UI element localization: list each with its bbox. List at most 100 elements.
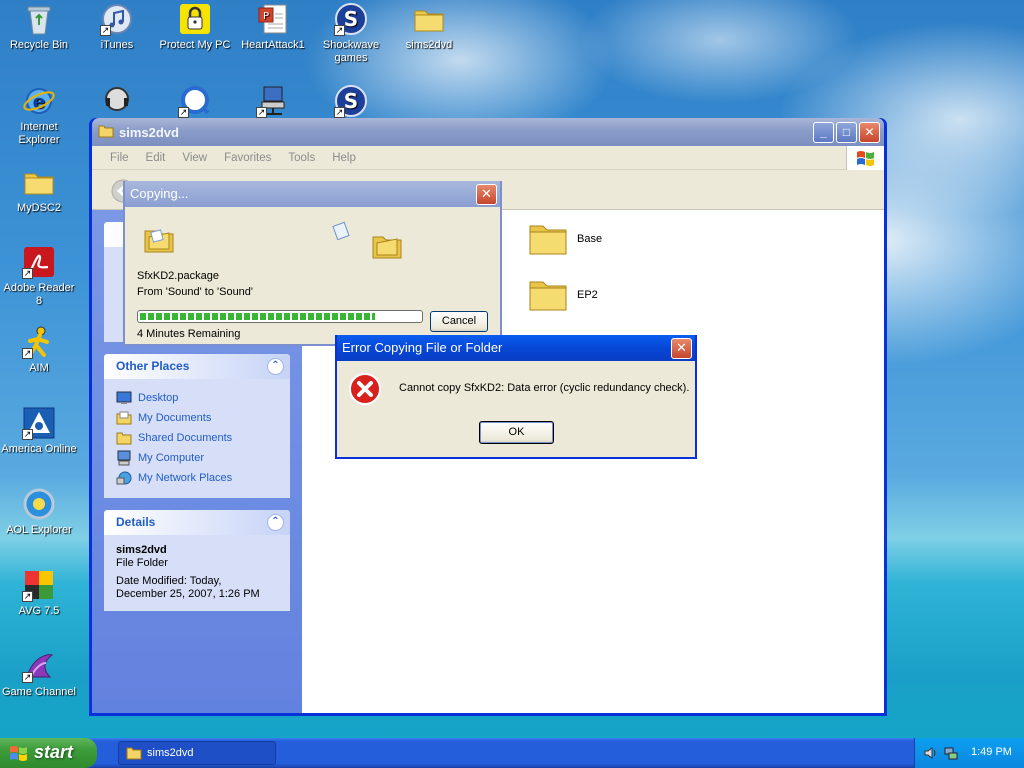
copy-progress-fill — [140, 313, 376, 320]
shortcut-arrow-icon: ↗ — [22, 672, 33, 683]
desktop-icon-aim[interactable]: ↗ AIM — [0, 325, 78, 375]
desktop-icon-label: Recycle Bin — [9, 39, 69, 51]
clock[interactable]: 1:49 PM — [971, 746, 1012, 758]
folder-label: EP2 — [577, 289, 598, 301]
place-desktop[interactable]: Desktop — [116, 388, 280, 408]
details-header[interactable]: Details ⌃ — [104, 510, 290, 535]
place-my-computer[interactable]: My Computer — [116, 448, 280, 468]
tray-network-icon[interactable] — [943, 745, 959, 761]
recycle-bin-icon — [22, 2, 56, 36]
taskbar-item-label: sims2dvd — [147, 747, 194, 759]
folder-item[interactable]: Base — [527, 220, 602, 258]
desktop-icon-protect-my-pc[interactable]: Protect My PC — [156, 2, 234, 52]
error-icon — [349, 373, 381, 405]
desktop-icon-internet-explorer[interactable]: e Internet Explorer — [0, 84, 78, 147]
taskbar-item-sims2dvd[interactable]: sims2dvd — [118, 741, 276, 765]
maximize-button[interactable]: □ — [836, 122, 857, 143]
close-button[interactable]: ✕ — [671, 338, 692, 359]
desktop-icon-aol-explorer[interactable]: AOL Explorer — [0, 487, 78, 537]
desktop-icon-heartattack1[interactable]: P HeartAttack1 — [234, 2, 312, 52]
details-panel: Details ⌃ sims2dvd File Folder Date Modi… — [104, 510, 290, 611]
folder-icon — [126, 747, 142, 760]
details-type: File Folder — [116, 557, 168, 569]
source-folder-icon — [144, 229, 174, 253]
shared-folder-icon — [116, 432, 132, 445]
cancel-button[interactable]: Cancel — [430, 311, 488, 332]
shortcut-arrow-icon: ↗ — [334, 107, 345, 118]
menu-tools[interactable]: Tools — [288, 152, 315, 164]
presentation-file-icon: P — [256, 2, 290, 36]
shortcut-arrow-icon: ↗ — [22, 591, 33, 602]
place-shared-documents[interactable]: Shared Documents — [116, 428, 280, 448]
aim-running-man-icon: ↗ — [22, 325, 56, 359]
explorer-titlebar[interactable]: sims2dvd _ □ ✕ — [92, 118, 884, 146]
padlock-icon — [178, 2, 212, 36]
adobe-reader-icon: ↗ — [22, 245, 56, 279]
other-places-header[interactable]: Other Places ⌃ — [104, 354, 290, 379]
folder-icon — [529, 225, 567, 255]
copy-time-remaining: 4 Minutes Remaining — [137, 328, 241, 340]
menu-view[interactable]: View — [182, 152, 207, 164]
desktop-icon-america-online[interactable]: ↗ America Online — [0, 406, 78, 456]
window-title: sims2dvd — [119, 125, 179, 140]
headset-icon — [100, 84, 134, 118]
shortcut-arrow-icon: ↗ — [22, 268, 33, 279]
collapse-chevron-icon[interactable]: ⌃ — [267, 358, 284, 375]
place-label: My Documents — [138, 412, 212, 424]
start-button[interactable]: start — [0, 738, 97, 768]
menu-file[interactable]: File — [110, 152, 129, 164]
menu-favorites[interactable]: Favorites — [224, 152, 271, 164]
folder-icon — [98, 124, 114, 141]
other-places-heading: Other Places — [116, 359, 190, 373]
close-button[interactable]: ✕ — [476, 184, 497, 205]
shortcut-arrow-icon: ↗ — [178, 107, 189, 118]
folder-item[interactable]: EP2 — [527, 276, 598, 314]
desktop-icon-headset[interactable] — [78, 84, 156, 121]
desktop-icon-quicktime[interactable]: ↗ — [156, 84, 234, 121]
desktop-icon-sims2dvd[interactable]: sims2dvd — [390, 2, 468, 52]
my-documents-icon — [116, 411, 132, 425]
svg-text:P: P — [263, 11, 269, 22]
desktop-icon-adobe-reader[interactable]: ↗ Adobe Reader 8 — [0, 245, 78, 308]
desktop-icon-shockwave-2[interactable]: S ↗ — [312, 84, 390, 121]
place-my-documents[interactable]: My Documents — [116, 408, 280, 428]
avg-icon: ↗ — [22, 568, 56, 602]
desktop-icon-recycle-bin[interactable]: Recycle Bin — [0, 2, 78, 52]
shortcut-arrow-icon: ↗ — [22, 429, 33, 440]
place-label: My Computer — [138, 452, 205, 464]
system-tray: 1:49 PM — [914, 738, 1024, 768]
place-my-network-places[interactable]: My Network Places — [116, 468, 280, 488]
shockwave-icon: S ↗ — [334, 2, 368, 36]
close-button[interactable]: ✕ — [859, 122, 880, 143]
desktop-icon-shockwave-games[interactable]: S ↗ Shockwave games — [312, 2, 390, 65]
folder-label: Base — [577, 233, 603, 245]
desktop-icon-label: AOL Explorer — [6, 524, 72, 536]
game-channel-icon: ↗ — [22, 649, 56, 683]
internet-explorer-icon: e — [22, 84, 56, 118]
ok-button[interactable]: OK — [479, 421, 554, 444]
menu-edit[interactable]: Edit — [146, 152, 166, 164]
shockwave-icon: S ↗ — [334, 84, 368, 118]
desktop-icon-mydsc2[interactable]: MyDSC2 — [0, 165, 78, 215]
desktop-icon-avg[interactable]: ↗ AVG 7.5 — [0, 568, 78, 618]
desktop-icon-label: Game Channel — [2, 686, 76, 698]
copying-dialog-titlebar[interactable]: Copying... ✕ — [125, 181, 500, 207]
tray-speaker-icon[interactable] — [923, 745, 939, 761]
desktop-icon-label: iTunes — [100, 39, 134, 51]
collapse-chevron-icon[interactable]: ⌃ — [267, 514, 284, 531]
minimize-button[interactable]: _ — [813, 122, 834, 143]
desktop-icon-label: America Online — [1, 443, 77, 455]
error-dialog-titlebar[interactable]: Error Copying File or Folder ✕ — [337, 335, 695, 361]
windows-logo-icon — [846, 146, 884, 170]
desktop-icon-game-channel[interactable]: ↗ Game Channel — [0, 649, 78, 699]
desktop-icon-label: Shockwave games — [322, 39, 380, 64]
desktop-icon-label: AVG 7.5 — [18, 605, 60, 617]
error-dialog-title: Error Copying File or Folder — [342, 340, 503, 355]
copying-dialog: Copying... ✕ SfxKD2.package From 'Sound'… — [123, 181, 502, 346]
itunes-icon: ↗ — [100, 2, 134, 36]
error-message: Cannot copy SfxKD2: Data error (cyclic r… — [399, 382, 690, 394]
menu-help[interactable]: Help — [332, 152, 356, 164]
details-modified-line2: December 25, 2007, 1:26 PM — [116, 588, 260, 600]
desktop-icon-itunes[interactable]: ↗ iTunes — [78, 2, 156, 52]
desktop-icon-network-setup[interactable]: ↗ — [234, 84, 312, 121]
